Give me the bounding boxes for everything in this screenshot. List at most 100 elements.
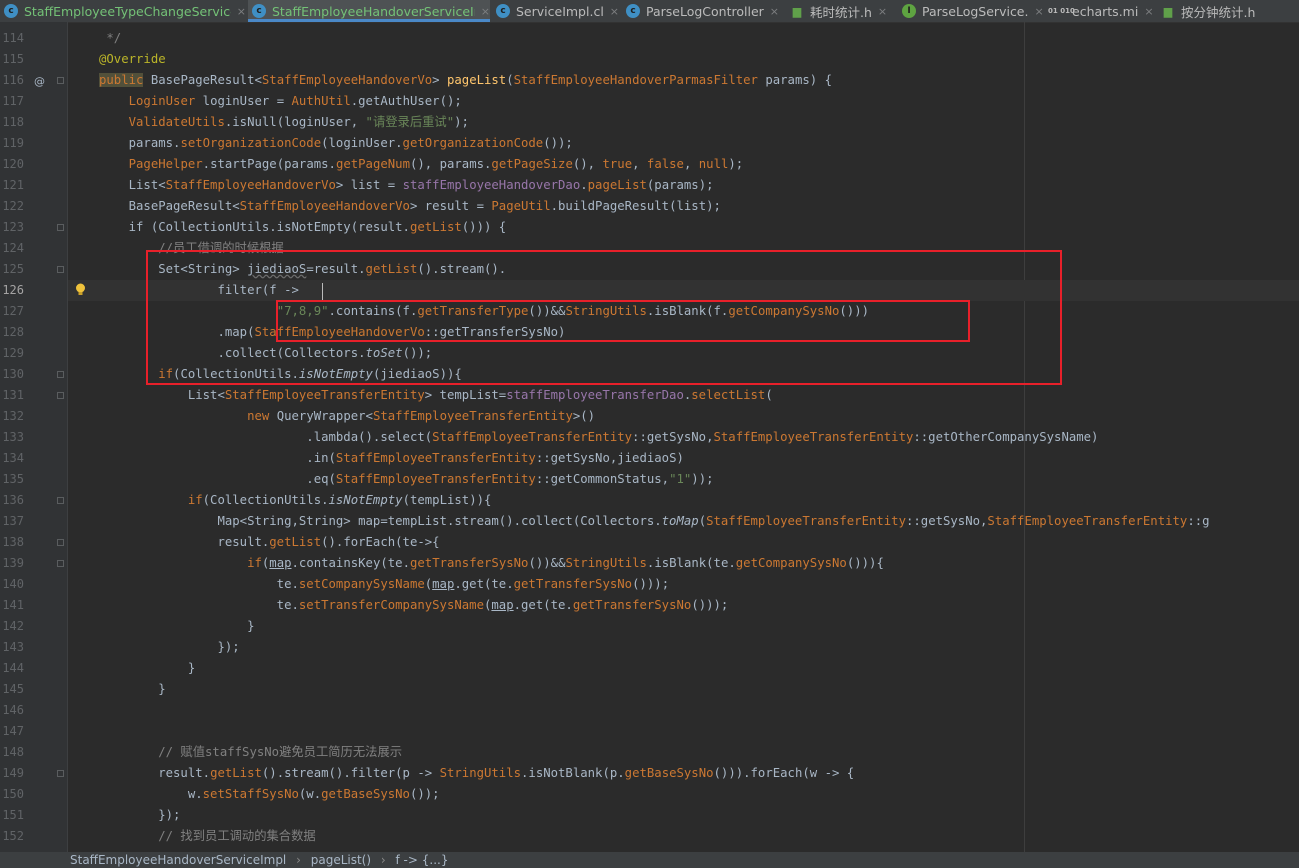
line-number: 145: [2, 682, 24, 696]
code-line[interactable]: if(map.containsKey(te.getTransferSysNo()…: [99, 553, 884, 574]
line-number: 117: [2, 94, 24, 108]
code-line[interactable]: ValidateUtils.isNull(loginUser, "请登录后重试"…: [99, 112, 469, 133]
code-line[interactable]: */: [99, 28, 121, 49]
code-token: setStaffSysNo: [202, 787, 299, 801]
line-number: 129: [2, 346, 24, 360]
code-token: (tempList)){: [402, 493, 492, 507]
close-tab-icon[interactable]: ×: [770, 5, 779, 18]
tab-8[interactable]: ▆ 按分钟统计.h: [1157, 0, 1299, 22]
breadcrumb-lambda[interactable]: f -> {...}: [396, 853, 449, 867]
code-line[interactable]: te.setTransferCompanySysName(map.get(te.…: [99, 595, 729, 616]
code-line[interactable]: });: [99, 805, 180, 826]
line-number: 121: [2, 178, 24, 192]
code-token: StringUtils: [565, 556, 647, 570]
code-line[interactable]: te.setCompanySysName(map.get(te.getTrans…: [99, 574, 669, 595]
code-token: StaffEmployeeHandoverVo: [165, 178, 336, 192]
code-line[interactable]: LoginUser loginUser = AuthUtil.getAuthUs…: [99, 91, 462, 112]
close-tab-icon[interactable]: ×: [878, 5, 887, 18]
tab-5[interactable]: ▆ 耗时统计.h ×: [786, 0, 896, 22]
line-number: 115: [2, 52, 24, 66]
code-token: .isNotBlank(p.: [521, 766, 625, 780]
fold-marker-icon[interactable]: [57, 539, 64, 546]
close-tab-icon[interactable]: ×: [1034, 5, 1043, 18]
fold-marker-icon[interactable]: [57, 77, 64, 84]
code-token: (),: [572, 157, 603, 171]
fold-marker-icon[interactable]: [57, 497, 64, 504]
code-token: getTransferSysNo: [409, 556, 529, 570]
code-token: getBaseSysNo: [624, 766, 714, 780]
tab-7[interactable]: 101 010echarts.mi ×: [1048, 0, 1155, 22]
code-token: }: [99, 661, 196, 675]
fold-marker-icon[interactable]: [57, 371, 64, 378]
breadcrumb-separator-icon: ›: [380, 853, 386, 867]
code-line[interactable]: if(CollectionUtils.isNotEmpty(tempList))…: [99, 490, 492, 511]
code-token: StaffEmployeeTransferEntity: [713, 430, 914, 444]
code-token: Map<String,String> map=tempList.stream()…: [99, 514, 662, 528]
code-line[interactable]: new QueryWrapper<StaffEmployeeTransferEn…: [99, 406, 595, 427]
code-line[interactable]: }: [99, 658, 195, 679]
code-line[interactable]: w.setStaffSysNo(w.getBaseSysNo());: [99, 784, 440, 805]
code-token: ::g: [1187, 514, 1210, 528]
code-token: StaffEmployeeTransferEntity: [224, 388, 425, 402]
tab-6[interactable]: I ParseLogService. ×: [898, 0, 1046, 22]
code-line[interactable]: public BasePageResult<StaffEmployeeHando…: [99, 70, 832, 91]
code-line[interactable]: }: [99, 679, 165, 700]
line-number: 135: [2, 472, 24, 486]
highlight-box-inner: [276, 300, 970, 342]
fold-marker-icon[interactable]: [57, 770, 64, 777]
code-line[interactable]: PageHelper.startPage(params.getPageNum()…: [99, 154, 744, 175]
close-tab-icon[interactable]: ×: [610, 5, 619, 18]
line-number: 132: [2, 409, 24, 423]
code-line[interactable]: .lambda().select(StaffEmployeeTransferEn…: [99, 427, 1098, 448]
code-token: .isBlank(te.: [646, 556, 736, 570]
code-token: .get(te.: [454, 577, 514, 591]
close-tab-icon[interactable]: ×: [481, 5, 490, 18]
fold-marker-icon[interactable]: [57, 224, 64, 231]
line-number: 136: [2, 493, 24, 507]
close-tab-icon[interactable]: ×: [237, 5, 246, 18]
code-line[interactable]: result.getList().stream().filter(p -> St…: [99, 763, 854, 784]
code-line[interactable]: }: [99, 616, 254, 637]
binary-file-icon: 101 010: [1048, 6, 1075, 15]
code-line[interactable]: Map<String,String> map=tempList.stream()…: [99, 511, 1210, 532]
code-line[interactable]: .eq(StaffEmployeeTransferEntity::getComm…: [99, 469, 713, 490]
code-token: // 找到员工调动的集合数据: [99, 829, 316, 843]
code-line[interactable]: BasePageResult<StaffEmployeeHandoverVo> …: [99, 196, 721, 217]
line-number: 143: [2, 640, 24, 654]
code-token: });: [99, 808, 181, 822]
code-token: ())){: [846, 556, 884, 570]
lightbulb-icon[interactable]: [75, 283, 86, 297]
code-token: (params);: [646, 178, 714, 192]
code-line[interactable]: params.setOrganizationCode(loginUser.get…: [99, 133, 573, 154]
code-line[interactable]: // 赋值staffSysNo避免员工简历无法展示: [99, 742, 402, 763]
fold-marker-icon[interactable]: [57, 392, 64, 399]
tab-1[interactable]: c StaffEmployeeTypeChangeServiceIm ×: [0, 0, 246, 22]
code-token: .containsKey(te.: [291, 556, 410, 570]
code-line[interactable]: // 找到员工调动的集合数据: [99, 826, 316, 847]
code-token: staffEmployeeHandoverDao: [402, 178, 581, 192]
code-line[interactable]: List<StaffEmployeeTransferEntity> tempLi…: [99, 385, 773, 406]
tab-4[interactable]: c ParseLogController ×: [622, 0, 784, 22]
code-line[interactable]: });: [99, 637, 239, 658]
breadcrumb-class[interactable]: StaffEmployeeHandoverServiceImpl: [70, 853, 286, 867]
breadcrumb-method[interactable]: pageList(): [311, 853, 371, 867]
code-line[interactable]: List<StaffEmployeeHandoverVo> list = sta…: [99, 175, 714, 196]
code-token: > result =: [409, 199, 492, 213]
code-line[interactable]: result.getList().forEach(te->{: [99, 532, 439, 553]
code-token: setOrganizationCode: [180, 136, 322, 150]
tab-2[interactable]: c StaffEmployeeHandoverServiceIm ×: [248, 0, 490, 22]
fold-marker-icon[interactable]: [57, 266, 64, 273]
code-line[interactable]: @Override: [99, 49, 166, 70]
override-marker-icon[interactable]: @: [34, 75, 45, 88]
code-token: List<: [99, 178, 166, 192]
code-token: ::getSysNo,: [632, 430, 714, 444]
line-number: 151: [2, 808, 24, 822]
line-number: 137: [2, 514, 24, 528]
code-token: */: [99, 31, 122, 45]
code-line[interactable]: if (CollectionUtils.isNotEmpty(result.ge…: [99, 217, 507, 238]
code-token: ()));: [691, 598, 729, 612]
tab-3[interactable]: c ServiceImpl.cl ×: [492, 0, 620, 22]
close-tab-icon[interactable]: ×: [1144, 5, 1153, 18]
fold-marker-icon[interactable]: [57, 560, 64, 567]
code-line[interactable]: .in(StaffEmployeeTransferEntity::getSysN…: [99, 448, 684, 469]
